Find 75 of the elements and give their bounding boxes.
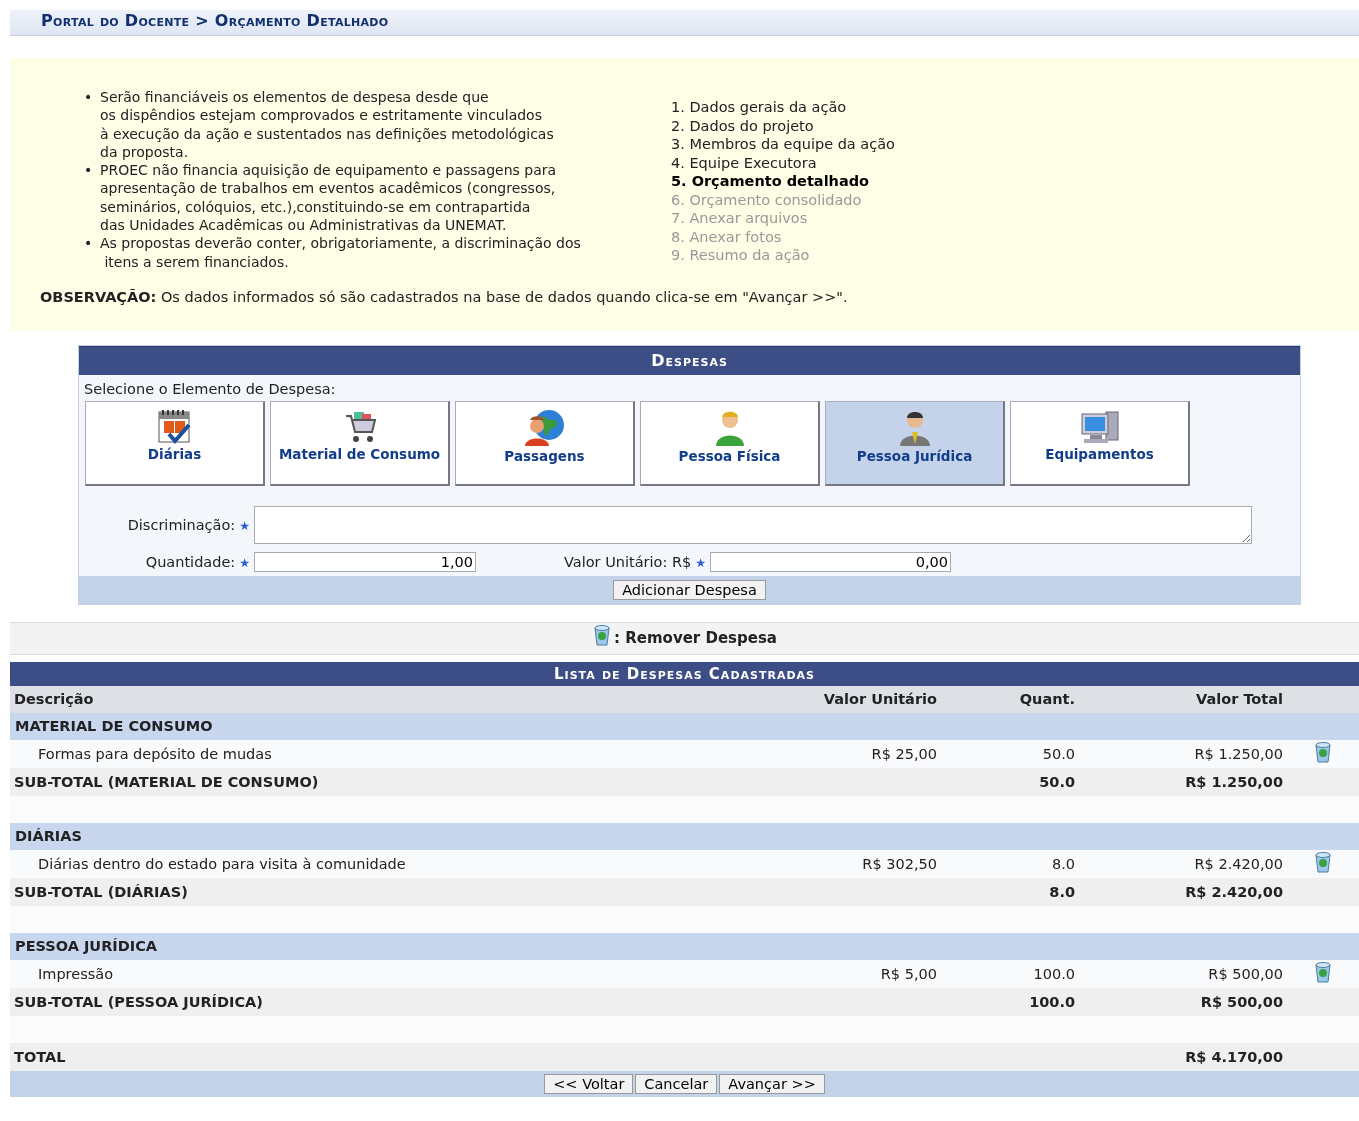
subtotal-cell: R$ 500,00 [1200, 993, 1283, 1010]
field-label: Discriminação: ★ [126, 516, 251, 533]
table-cell: R$ 2.420,00 [1194, 855, 1283, 872]
subtotal-cell: R$ 1.250,00 [1185, 773, 1283, 790]
wizard-step: 7. Anexar arquivos [671, 209, 895, 228]
trash-icon[interactable] [1313, 961, 1333, 984]
bullet-icon: • [84, 161, 94, 235]
select-prompt: Selecione o Elemento de Despesa: [83, 379, 337, 399]
subtotal-cell: 100.0 [1029, 993, 1075, 1010]
expense-type-button[interactable]: Equipamentos [1010, 400, 1190, 486]
description-field[interactable] [254, 505, 1252, 544]
expense-type-button[interactable]: Pessoa Jurídica [825, 400, 1005, 486]
legend-text: : Remover Despesa [614, 629, 777, 648]
expense-type-button[interactable]: Material de Consumo [270, 400, 450, 486]
table-cell: R$ 25,00 [871, 745, 937, 762]
field-label: Valor Unitário: R$ ★ [564, 553, 707, 570]
required-icon: ★ [695, 555, 706, 570]
field-label: Quantidade: ★ [144, 553, 251, 570]
trash-icon[interactable] [1313, 741, 1333, 764]
subtotal-cell: R$ 2.420,00 [1185, 883, 1283, 900]
group-heading: MATERIAL DE CONSUMO [15, 718, 213, 735]
wizard-step: 3. Membros da equipe da ação [671, 135, 895, 154]
instruction-text: Serão financiáveis os elementos de despesa desde que os dispêndios estejam comprovados e estritamente vinculados à execução da ação e sustentados nas definições metodológicas da proposta. [100, 88, 554, 162]
wizard-step: 2. Dados do projeto [671, 116, 895, 135]
globe-person-icon [522, 407, 567, 448]
total-cell: R$ 4.170,00 [1185, 1048, 1283, 1065]
nav-button[interactable]: Cancelar [635, 1073, 718, 1094]
total-cell: TOTAL [14, 1048, 66, 1065]
list-header: Lista de Despesas Cadastradas [10, 661, 1359, 686]
panel-header: Despesas [79, 345, 1300, 375]
subtotal-cell: SUB-TOTAL (PESSOA JURÍDICA) [14, 993, 263, 1010]
trash-icon[interactable] [1313, 851, 1333, 874]
group-heading: PESSOA JURÍDICA [15, 938, 157, 955]
expense-type-button[interactable]: Pessoa Física [640, 400, 820, 486]
subtotal-cell: 50.0 [1039, 773, 1075, 790]
column-header: Descrição [10, 685, 773, 713]
observation-note: OBSERVAÇÃO: Os dados informados só são cadastrados na base de dados quando clica-se em "Avançar >>". [40, 288, 849, 305]
subtotal-cell: SUB-TOTAL (MATERIAL DE CONSUMO) [14, 773, 319, 790]
wizard-step: 6. Orçamento consolidado [671, 190, 895, 209]
expense-type-button[interactable]: Passagens [455, 400, 635, 486]
bullet-icon: • [84, 88, 94, 162]
table-cell: 50.0 [1042, 745, 1075, 762]
table-cell: 100.0 [1033, 965, 1075, 982]
table-cell: Impressão [38, 965, 114, 982]
nav-button[interactable]: << Voltar [544, 1073, 634, 1094]
wizard-step: 5. Orçamento detalhado [671, 172, 895, 191]
nav-button[interactable]: Avançar >> [719, 1073, 825, 1094]
table-cell: Diárias dentro do estado para visita à comunidade [38, 855, 406, 872]
table-cell: R$ 5,00 [880, 965, 937, 982]
wizard-step: 8. Anexar fotos [671, 227, 895, 246]
table-cell: R$ 1.250,00 [1194, 745, 1283, 762]
subtotal-cell: SUB-TOTAL (DIÁRIAS) [14, 883, 188, 900]
column-header: Quant. [941, 685, 1079, 713]
quantity-field[interactable]: 1,00 [254, 551, 476, 572]
wizard-step: 1. Dados gerais da ação [671, 98, 895, 117]
required-icon: ★ [239, 518, 250, 533]
instruction-text: PROEC não financia aquisição de equipamento e passagens para apresentação de trabalhos em eventos acadêmicos (congressos, seminários, colóquios, etc.),constituindo-se em contrapartida das Unidades Acadêmicas ou Administrativas da UNEMAT. [100, 161, 557, 235]
subtotal-cell: 8.0 [1049, 883, 1075, 900]
bullet-icon: • [84, 234, 94, 271]
page-title: Portal do Docente > Orçamento Detalhado [40, 10, 390, 30]
column-header: Valor Total [1079, 685, 1287, 713]
table-cell: Formas para depósito de mudas [38, 745, 272, 762]
wizard-step: 9. Resumo da ação [671, 246, 895, 265]
column-header: Valor Unitário [773, 685, 941, 713]
trash-icon [592, 624, 612, 647]
unit-value-field[interactable]: 0,00 [710, 551, 951, 572]
add-expense-button[interactable]: Adicionar Despesa [613, 579, 766, 600]
required-icon: ★ [239, 555, 250, 570]
expense-type-button[interactable]: Diárias [85, 400, 265, 486]
table-cell: R$ 500,00 [1208, 965, 1283, 982]
group-heading: DIÁRIAS [15, 828, 82, 845]
wizard-step: 4. Equipe Executora [671, 153, 895, 172]
table-cell: 8.0 [1051, 855, 1075, 872]
table-cell: R$ 302,50 [862, 855, 937, 872]
instruction-text: As propostas deverão conter, obrigatoriamente, a discriminação dos itens a serem financiados. [100, 234, 581, 271]
